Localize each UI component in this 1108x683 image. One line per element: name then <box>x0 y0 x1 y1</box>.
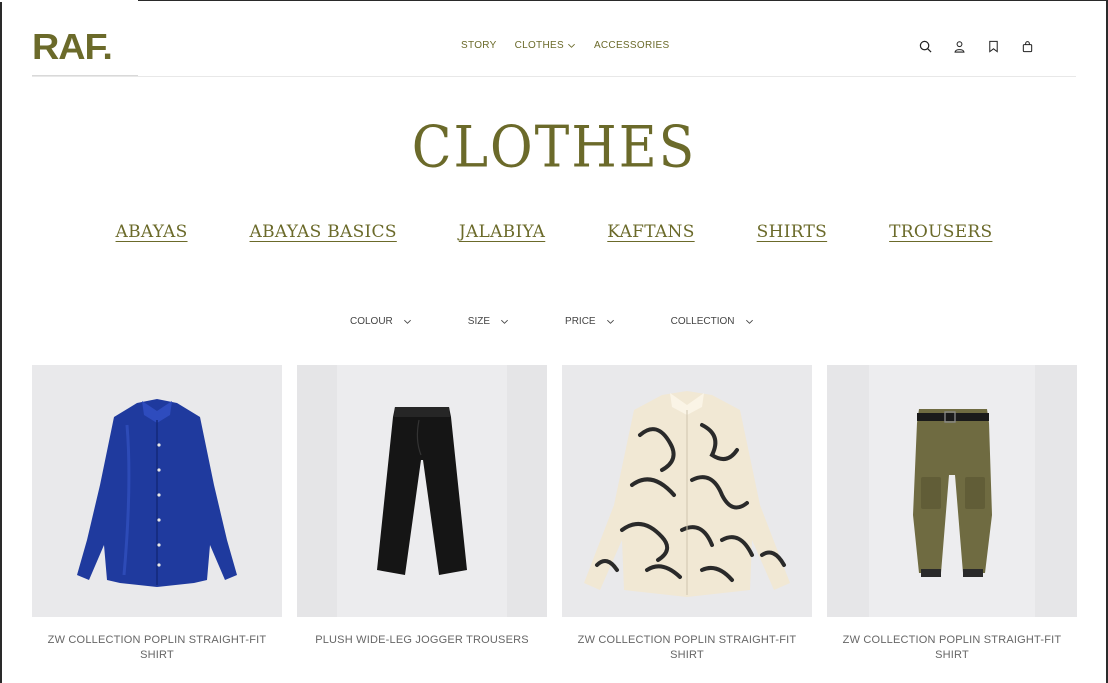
logo-divider <box>32 75 138 76</box>
page-title: CLOTHES <box>411 115 697 181</box>
bookmark-icon <box>988 40 998 53</box>
filter-collection[interactable]: COLLECTION <box>671 316 754 327</box>
chevron-down-icon <box>403 319 411 324</box>
product-image-black-wide-trousers[interactable] <box>297 365 547 617</box>
filter-bar: COLOUR SIZE PRICE COLLECTION <box>350 316 754 327</box>
user-icon <box>953 40 965 53</box>
filter-label: PRICE <box>565 316 596 327</box>
product-card[interactable]: ZW COLLECTION POPLIN STRAIGHT-FIT SHIRT <box>32 365 282 663</box>
search-icon <box>919 40 931 52</box>
filter-label: SIZE <box>467 316 491 327</box>
chevron-down-icon <box>501 319 508 324</box>
cart-button[interactable] <box>1020 38 1034 54</box>
nav-item-accessories[interactable]: ACCESSORIES <box>594 40 670 51</box>
brand-logo[interactable]: RAF. <box>32 26 113 68</box>
nav-item-label: STORY <box>461 40 497 51</box>
chevron-down-icon <box>745 319 753 324</box>
product-name[interactable]: ZW COLLECTION POPLIN STRAIGHT-FIT SHIRT <box>562 633 812 663</box>
product-image-printed-calligraphy-shirt[interactable] <box>562 365 812 617</box>
chevron-down-icon <box>606 319 614 324</box>
blue-satin-shirt-image <box>32 365 282 617</box>
nav-item-clothes[interactable]: CLOTHES <box>515 40 576 51</box>
wishlist-button[interactable] <box>986 38 1000 54</box>
category-link-trousers[interactable]: TROUSERS <box>889 222 992 242</box>
product-image-blue-satin-shirt[interactable] <box>32 365 282 617</box>
product-name[interactable]: ZW COLLECTION POPLIN STRAIGHT-FIT SHIRT <box>827 633 1077 663</box>
product-card[interactable]: PLUSH WIDE-LEG JOGGER TROUSERS <box>297 365 547 663</box>
search-button[interactable] <box>918 38 932 54</box>
main-nav: STORY CLOTHES ACCESSORIES <box>461 40 669 51</box>
shopping-bag-icon <box>1022 40 1032 52</box>
site-header: RAF. STORY CLOTHES ACCESSORIES <box>32 0 1076 77</box>
category-link-abayas[interactable]: ABAYAS <box>116 222 188 242</box>
account-button[interactable] <box>952 38 966 54</box>
filter-colour[interactable]: COLOUR <box>350 316 412 327</box>
category-links: ABAYAS ABAYAS BASICS JALABIYA KAFTANS SH… <box>0 222 1108 242</box>
olive-cargo-trousers-image <box>827 365 1077 617</box>
category-link-shirts[interactable]: SHIRTS <box>757 222 827 242</box>
printed-calligraphy-shirt-image <box>562 365 812 617</box>
nav-item-label: ACCESSORIES <box>593 40 670 51</box>
filter-label: COLOUR <box>350 316 393 327</box>
category-link-abayas-basics[interactable]: ABAYAS BASICS <box>250 222 397 242</box>
category-link-kaftans[interactable]: KAFTANS <box>607 222 694 242</box>
product-card[interactable]: ZW COLLECTION POPLIN STRAIGHT-FIT SHIRT <box>562 365 812 663</box>
header-actions <box>918 38 1034 54</box>
category-link-jalabiya[interactable]: JALABIYA <box>459 222 545 242</box>
filter-price[interactable]: PRICE <box>565 316 615 327</box>
product-card[interactable]: ZW COLLECTION POPLIN STRAIGHT-FIT SHIRT <box>827 365 1077 663</box>
nav-item-label: CLOTHES <box>514 40 564 51</box>
product-grid: ZW COLLECTION POPLIN STRAIGHT-FIT SHIRT … <box>32 365 1077 663</box>
product-name[interactable]: PLUSH WIDE-LEG JOGGER TROUSERS <box>297 633 547 648</box>
filter-size[interactable]: SIZE <box>468 316 509 327</box>
product-name[interactable]: ZW COLLECTION POPLIN STRAIGHT-FIT SHIRT <box>32 633 282 663</box>
chevron-down-icon <box>567 43 575 48</box>
product-image-olive-cargo-trousers[interactable] <box>827 365 1077 617</box>
nav-item-story[interactable]: STORY <box>461 40 497 51</box>
filter-label: COLLECTION <box>670 316 735 327</box>
black-wide-trousers-image <box>297 365 547 617</box>
